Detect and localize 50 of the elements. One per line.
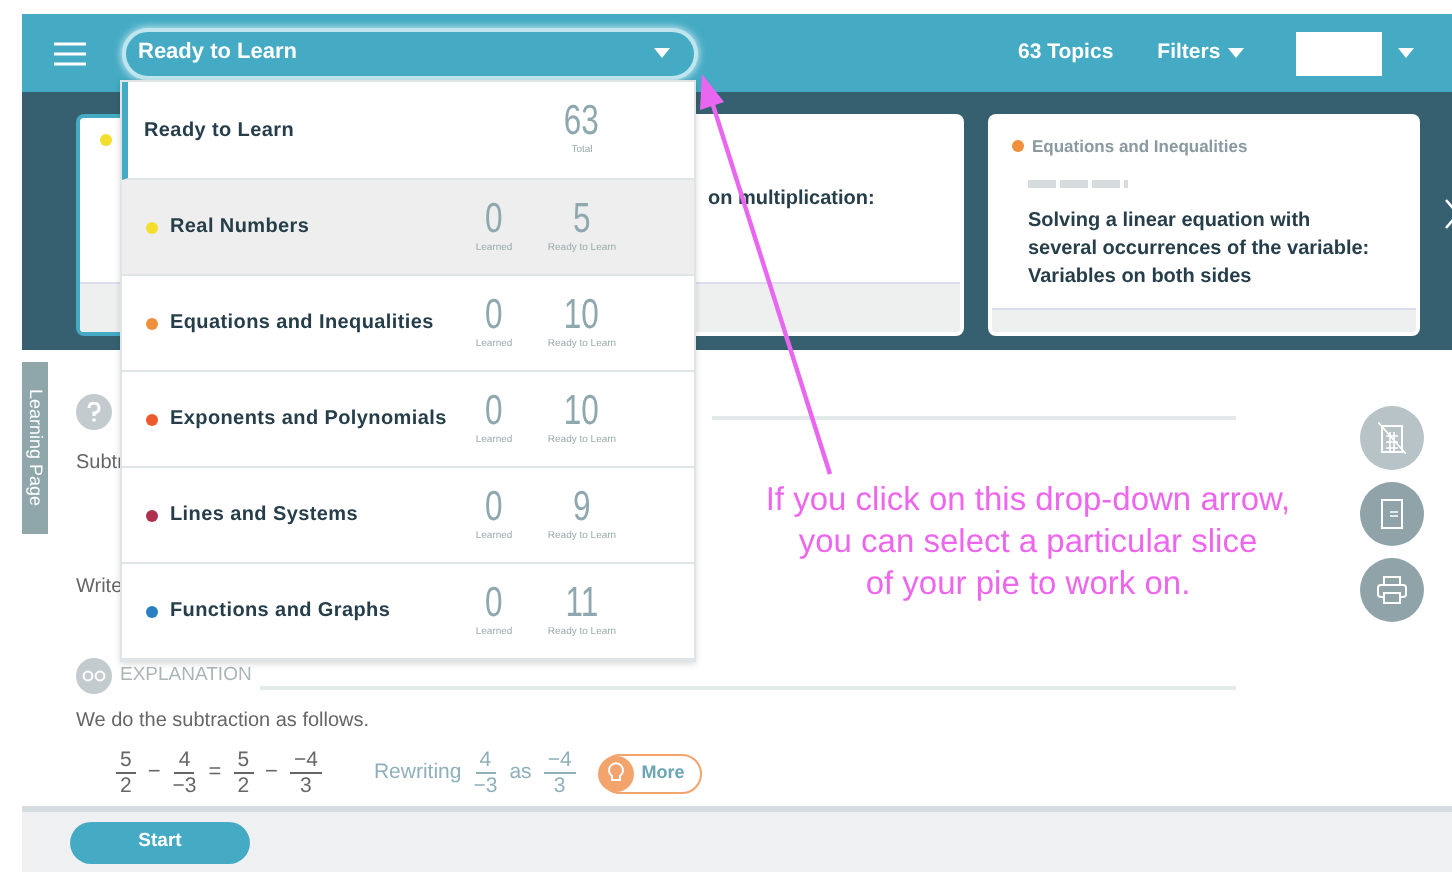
count-number: 11 (565, 581, 599, 626)
annotation-line: you can select a particular slice (796, 522, 1260, 564)
count-number: 0 (485, 197, 503, 242)
topics-count: 63 Topics (1018, 37, 1114, 68)
hint-text: as (509, 757, 532, 788)
question-text: Subtr (76, 450, 124, 478)
card-title: Solving a linear equation with several occurrences of the variable: Variables on both sides (1026, 207, 1372, 292)
caret-icon (654, 48, 670, 58)
count-number: 0 (485, 485, 503, 530)
fraction-digits: 4 (475, 748, 496, 774)
account-caret-icon (1398, 48, 1415, 58)
calculator-icon[interactable] (1360, 406, 1424, 470)
fraction-digits: −4 (543, 748, 576, 774)
math-operator: = (208, 758, 222, 789)
fraction-digits: 3 (300, 774, 312, 798)
count-number: 10 (564, 389, 600, 434)
progress-dashes (1028, 179, 1128, 188)
explanation-heading: EXPLANATION (120, 661, 252, 690)
fraction-digits: 5 (116, 748, 136, 774)
topic-card[interactable]: Equations and Inequalities Solving a linear equation with several occurrences of the variable: Variables on both sides (988, 114, 1420, 336)
book-icon[interactable] (1360, 482, 1424, 546)
annotation-line: of your pie to work on. (863, 564, 1193, 606)
account-box[interactable] (1296, 31, 1383, 75)
fraction-digits: −3 (473, 774, 498, 798)
explanation-text: We do the subtraction as follows. (76, 708, 370, 736)
count-number: 0 (485, 581, 503, 626)
math-operator: − (147, 758, 161, 789)
fraction-digits: 2 (237, 774, 250, 798)
fraction-digits: 4 (174, 748, 195, 774)
print-icon[interactable] (1360, 558, 1424, 622)
count-number: 5 (573, 197, 591, 242)
count-number: 9 (573, 485, 591, 530)
count-number: 0 (485, 293, 503, 338)
count-number: 0 (485, 389, 503, 434)
hint-text: Rewriting (373, 757, 462, 788)
lightbulb-icon (597, 755, 634, 791)
card-category: Equations and Inequalities (1032, 134, 1248, 160)
fraction-digits: 5 (233, 748, 254, 774)
question-text: Write (76, 574, 123, 602)
fraction-digits: −3 (172, 774, 197, 798)
fraction-digits: −4 (289, 748, 322, 774)
menu-icon[interactable] (54, 41, 86, 65)
annotation-line: If you click on this drop-down arrow, (763, 480, 1293, 522)
fraction-digits: 2 (120, 774, 132, 798)
question-icon (76, 394, 112, 430)
glasses-icon (76, 658, 112, 694)
fraction-digits: 3 (553, 774, 566, 798)
count-number: 10 (564, 293, 600, 338)
math-operator: − (265, 758, 278, 789)
caret-icon (1228, 48, 1245, 58)
